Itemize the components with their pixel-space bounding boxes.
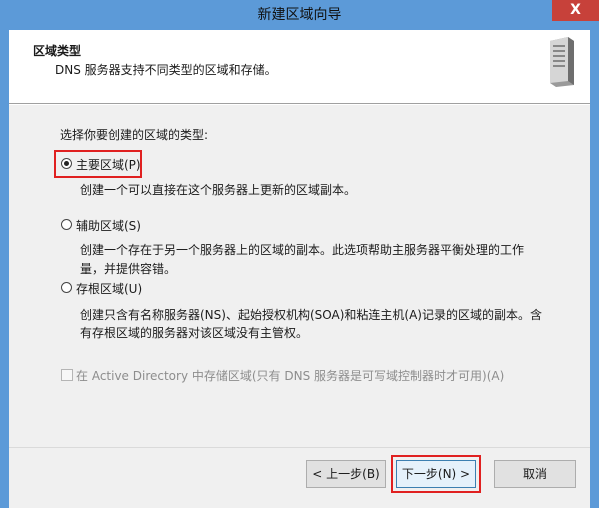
stub-zone-radio[interactable] bbox=[61, 282, 72, 293]
primary-zone-radio[interactable] bbox=[61, 158, 72, 169]
window-border-right bbox=[590, 30, 599, 508]
wizard-header: 区域类型 DNS 服务器支持不同类型的区域和存储。 bbox=[9, 30, 590, 102]
stub-zone-desc-2: 有存根区域的服务器对该区域没有主管权。 bbox=[80, 326, 309, 340]
cancel-button[interactable]: 取消 bbox=[494, 460, 576, 488]
zone-type-prompt: 选择你要创建的区域的类型: bbox=[60, 128, 209, 142]
title-bar: 新建区域向导 X bbox=[0, 0, 599, 31]
secondary-zone-radio[interactable] bbox=[61, 219, 72, 230]
page-title: 区域类型 bbox=[33, 44, 82, 58]
footer-divider bbox=[9, 447, 590, 448]
secondary-zone-desc-1: 创建一个存在于另一个服务器上的区域的副本。此选项帮助主服务器平衡处理的工作 bbox=[80, 243, 525, 257]
secondary-zone-label[interactable]: 辅助区域(S) bbox=[76, 217, 141, 234]
primary-zone-desc: 创建一个可以直接在这个服务器上更新的区域副本。 bbox=[80, 183, 357, 197]
stub-zone-desc-1: 创建只含有名称服务器(NS)、起始授权机构(SOA)和粘连主机(A)记录的区域的… bbox=[80, 308, 542, 322]
highlight-next-button bbox=[391, 455, 481, 493]
window-border-left bbox=[0, 30, 9, 508]
page-subtitle: DNS 服务器支持不同类型的区域和存储。 bbox=[55, 63, 277, 77]
primary-zone-label[interactable]: 主要区域(P) bbox=[76, 156, 141, 173]
window-title: 新建区域向导 bbox=[257, 7, 342, 23]
secondary-zone-desc-2: 量，并提供容错。 bbox=[80, 262, 177, 276]
close-button[interactable]: X bbox=[552, 0, 599, 21]
stub-zone-label[interactable]: 存根区域(U) bbox=[76, 280, 142, 297]
ad-store-label: 在 Active Directory 中存储区域(只有 DNS 服务器是可写域控… bbox=[76, 369, 505, 383]
server-icon bbox=[550, 37, 574, 87]
back-button[interactable]: < 上一步(B) bbox=[306, 460, 386, 488]
ad-store-checkbox[interactable] bbox=[61, 369, 73, 381]
